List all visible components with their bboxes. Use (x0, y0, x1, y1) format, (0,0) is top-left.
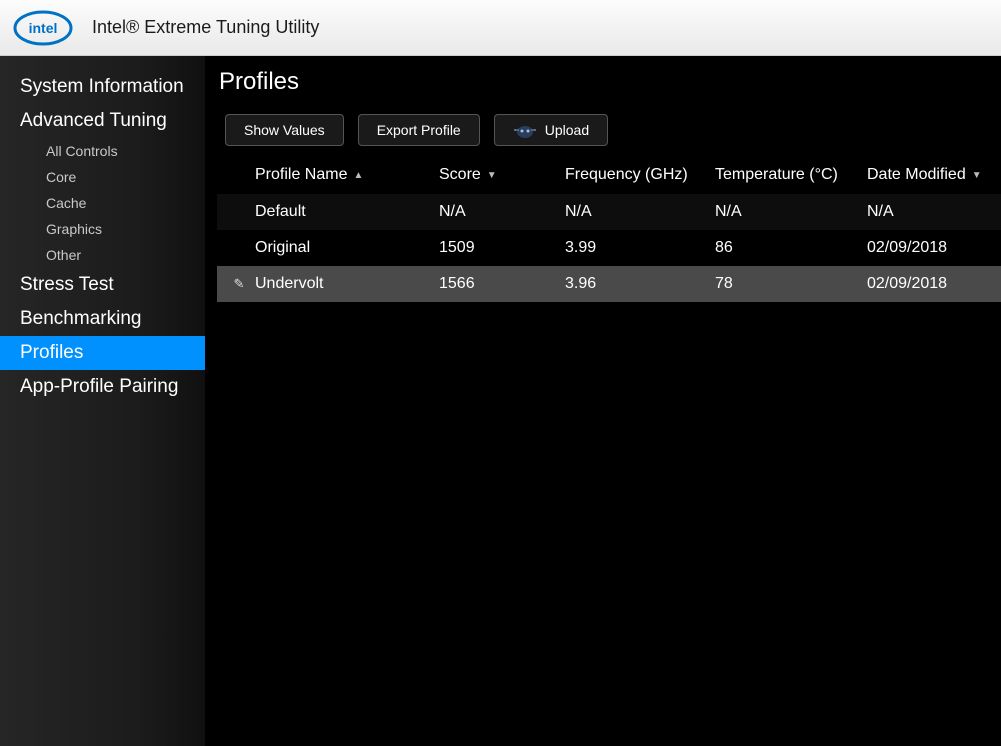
col-profile-name-label: Profile Name (255, 166, 347, 184)
hdbot-icon (513, 121, 537, 139)
sort-desc-icon: ▼ (972, 170, 982, 181)
show-values-label: Show Values (244, 122, 325, 138)
sidebar-sub-other[interactable]: Other (0, 242, 205, 268)
table-header: Profile Name ▲ Score ▼ Frequency (GHz) T… (217, 160, 1001, 194)
table-row[interactable]: Original 1509 3.99 86 02/09/2018 (217, 230, 1001, 266)
toolbar: Show Values Export Profile (225, 114, 1001, 146)
row-date: 02/09/2018 (867, 239, 1001, 257)
svg-text:intel: intel (29, 20, 58, 36)
row-freq: 3.96 (565, 275, 715, 293)
sidebar-item-app-profile-pairing[interactable]: App-Profile Pairing (0, 370, 205, 404)
col-frequency[interactable]: Frequency (GHz) (565, 166, 715, 184)
col-score[interactable]: Score ▼ (439, 166, 565, 184)
export-profile-label: Export Profile (377, 122, 461, 138)
sort-desc-icon: ▼ (487, 170, 497, 181)
row-score: N/A (439, 203, 565, 221)
row-freq: 3.99 (565, 239, 715, 257)
profiles-table: Profile Name ▲ Score ▼ Frequency (GHz) T… (217, 160, 1001, 302)
intel-logo: intel (12, 8, 74, 48)
col-edit (217, 166, 251, 184)
upload-label: Upload (545, 122, 589, 138)
sidebar-item-benchmarking[interactable]: Benchmarking (0, 302, 205, 336)
col-profile-name[interactable]: Profile Name ▲ (251, 166, 439, 184)
sidebar-sub-cache[interactable]: Cache (0, 190, 205, 216)
row-temp: 78 (715, 275, 867, 293)
row-date: 02/09/2018 (867, 275, 1001, 293)
col-date-modified-label: Date Modified (867, 166, 966, 184)
col-temperature[interactable]: Temperature (°C) (715, 166, 867, 184)
row-name: Undervolt (251, 275, 439, 293)
app-title: Intel® Extreme Tuning Utility (92, 17, 319, 38)
sidebar-item-stress-test[interactable]: Stress Test (0, 268, 205, 302)
pencil-icon[interactable]: ✎ (234, 276, 245, 292)
col-score-label: Score (439, 166, 481, 184)
row-name: Default (251, 203, 439, 221)
col-date-modified[interactable]: Date Modified ▼ (867, 166, 1001, 184)
row-date: N/A (867, 203, 1001, 221)
sidebar-item-system-information[interactable]: System Information (0, 70, 205, 104)
sidebar-sub-graphics[interactable]: Graphics (0, 216, 205, 242)
row-freq: N/A (565, 203, 715, 221)
table-row[interactable]: ✎ Undervolt 1566 3.96 78 02/09/2018 (217, 266, 1001, 302)
table-row[interactable]: Default N/A N/A N/A N/A (217, 194, 1001, 230)
sort-asc-icon: ▲ (353, 170, 363, 181)
row-edit-cell: ✎ (217, 276, 251, 292)
row-temp: N/A (715, 203, 867, 221)
app-header: intel Intel® Extreme Tuning Utility (0, 0, 1001, 56)
col-frequency-label: Frequency (GHz) (565, 166, 688, 184)
sidebar-sub-all-controls[interactable]: All Controls (0, 138, 205, 164)
export-profile-button[interactable]: Export Profile (358, 114, 480, 146)
sidebar-sub-core[interactable]: Core (0, 164, 205, 190)
col-temperature-label: Temperature (°C) (715, 166, 838, 184)
sidebar: System Information Advanced Tuning All C… (0, 56, 205, 746)
row-name: Original (251, 239, 439, 257)
upload-button[interactable]: Upload (494, 114, 608, 146)
page-title: Profiles (219, 68, 1001, 96)
show-values-button[interactable]: Show Values (225, 114, 344, 146)
sidebar-item-advanced-tuning[interactable]: Advanced Tuning (0, 104, 205, 138)
sidebar-item-profiles[interactable]: Profiles (0, 336, 205, 370)
row-temp: 86 (715, 239, 867, 257)
row-score: 1566 (439, 275, 565, 293)
main-panel: Profiles Show Values Export Profile (205, 56, 1001, 746)
row-score: 1509 (439, 239, 565, 257)
